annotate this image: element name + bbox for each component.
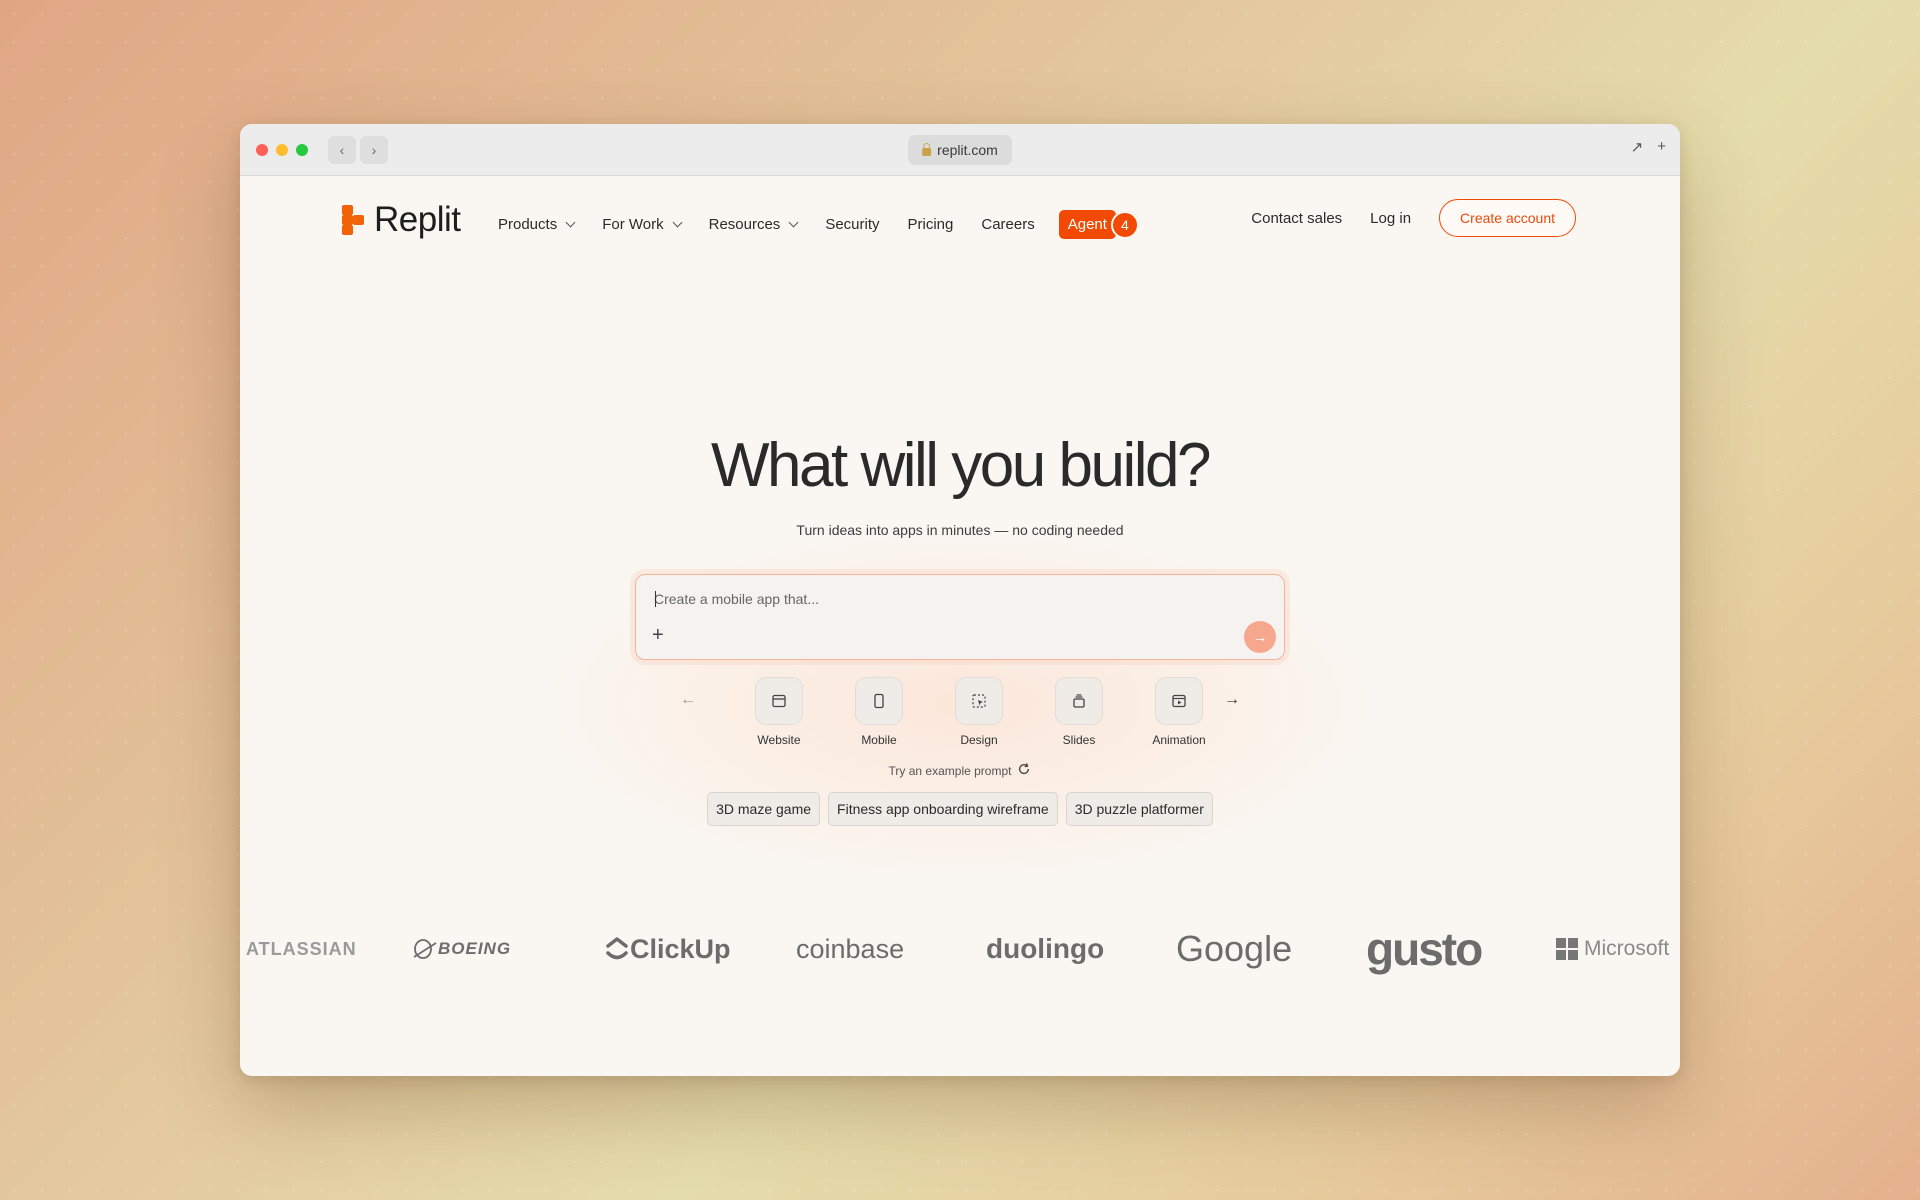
minimize-window-button[interactable] [276,143,288,156]
example-prompt-chip[interactable]: Fitness app onboarding wireframe [828,792,1058,826]
nav-item-label: Careers [981,216,1035,233]
chrome-actions: ↗ + [1631,138,1666,156]
header-actions: Contact sales Log in Create account [1251,199,1576,237]
example-prompt-chip[interactable]: 3D maze game [707,792,821,826]
close-window-button[interactable] [256,143,268,156]
nav-item-security[interactable]: Security [825,216,879,233]
google-logo: Google [1176,928,1293,969]
address-bar[interactable]: replit.com [908,135,1012,165]
arrow-right-icon: → [1252,628,1268,646]
agent-label: Agent [1058,210,1116,239]
coinbase-logo: coinbase [796,933,905,964]
atlassian-logo: ATLASSIAN [246,938,357,959]
chevron-right-icon: › [371,141,377,158]
contact-sales-link[interactable]: Contact sales [1251,210,1342,227]
prompt-input[interactable] [654,587,1214,611]
share-icon[interactable]: ↗ [1631,138,1644,156]
app-type-website[interactable]: Website [744,677,814,747]
app-type-animation[interactable]: Animation [1144,677,1214,747]
hero-subtitle: Turn ideas into apps in minutes — no cod… [796,522,1124,538]
nav-item-label: Resources [708,216,781,233]
replit-logo-icon [342,205,366,235]
slides-stack-icon [1055,677,1103,725]
customer-logos: ATLASSIAN BOEING ClickUp coinbase duolin… [240,919,1680,979]
site-header: Replit Products For Work Resources Secur… [240,176,1680,264]
new-tab-icon[interactable]: + [1657,138,1666,156]
attach-plus-icon[interactable]: + [652,625,664,645]
nav-item-resources[interactable]: Resources [708,216,799,233]
chevron-down-icon [788,217,799,228]
animation-play-icon [1155,677,1203,725]
create-account-button[interactable]: Create account [1439,199,1576,237]
boeing-wordmark: BOEING [438,939,512,958]
app-type-label: Mobile [861,733,897,747]
chevron-down-icon [672,217,683,228]
main-nav: Products For Work Resources Security Pri… [498,210,1139,239]
send-button[interactable]: → [1244,621,1276,653]
app-type-label: Design [960,733,998,747]
arrow-right-icon[interactable]: → [1224,691,1240,709]
microsoft-icon [1556,938,1578,960]
hero-title: What will you build? [711,431,1211,500]
nav-item-label: For Work [602,216,664,233]
nav-item-for-work[interactable]: For Work [602,216,683,233]
forward-button[interactable]: › [360,135,388,164]
back-button[interactable]: ‹ [328,135,356,164]
gusto-logo: gusto [1366,923,1483,975]
clickup-logo: ClickUp [604,919,731,979]
example-prompt-label: Try an example prompt [888,763,1012,778]
nav-item-label: Products [498,216,558,233]
microsoft-logo: Microsoft [1556,919,1669,979]
phone-icon [855,677,903,725]
chevron-down-icon [565,217,576,228]
arrow-left-icon[interactable]: ← [680,691,696,709]
browser-chrome: ‹ › replit.com ↗ + [240,124,1680,176]
browser-window-icon [755,677,803,725]
clickup-icon [606,937,628,960]
agent-count-badge: 4 [1110,210,1139,239]
url-text: replit.com [937,142,998,158]
browser-window: ‹ › replit.com ↗ + Replit Products For W… [240,124,1680,1076]
refresh-icon[interactable] [1017,762,1031,779]
boeing-logo: BOEING [412,919,511,979]
microsoft-wordmark: Microsoft [1584,937,1670,960]
design-cursor-icon [955,677,1003,725]
app-type-selector: ← Website Mobile Design Slides Animation… [680,677,1240,747]
duolingo-logo: duolingo [986,933,1105,964]
nav-item-products[interactable]: Products [498,216,576,233]
clickup-wordmark: ClickUp [630,933,731,964]
nav-item-careers[interactable]: Careers [981,216,1034,233]
replit-logo[interactable]: Replit [342,200,461,240]
app-type-design[interactable]: Design [944,677,1014,747]
nav-item-pricing[interactable]: Pricing [908,216,954,233]
history-nav: ‹ › [328,135,388,164]
app-type-label: Website [757,733,801,747]
app-type-label: Slides [1062,733,1096,747]
window-controls [256,143,308,156]
app-type-mobile[interactable]: Mobile [844,677,914,747]
nav-item-label: Security [825,216,880,233]
example-prompts: 3D maze game Fitness app onboarding wire… [240,792,1680,826]
brand-name: Replit [374,200,461,239]
nav-item-label: Pricing [907,216,954,233]
app-type-slides[interactable]: Slides [1044,677,1114,747]
example-prompt-row: Try an example prompt [240,762,1680,779]
lock-icon [922,142,932,156]
chevron-left-icon: ‹ [339,141,345,158]
boeing-icon [413,939,437,959]
prompt-box: + → [635,574,1285,660]
agent-link[interactable]: Agent 4 [1058,210,1139,239]
text-caret [655,591,656,607]
maximize-window-button[interactable] [296,143,308,156]
app-type-label: Animation [1152,733,1206,747]
example-prompt-chip[interactable]: 3D puzzle platformer [1065,792,1213,826]
login-link[interactable]: Log in [1370,210,1411,227]
